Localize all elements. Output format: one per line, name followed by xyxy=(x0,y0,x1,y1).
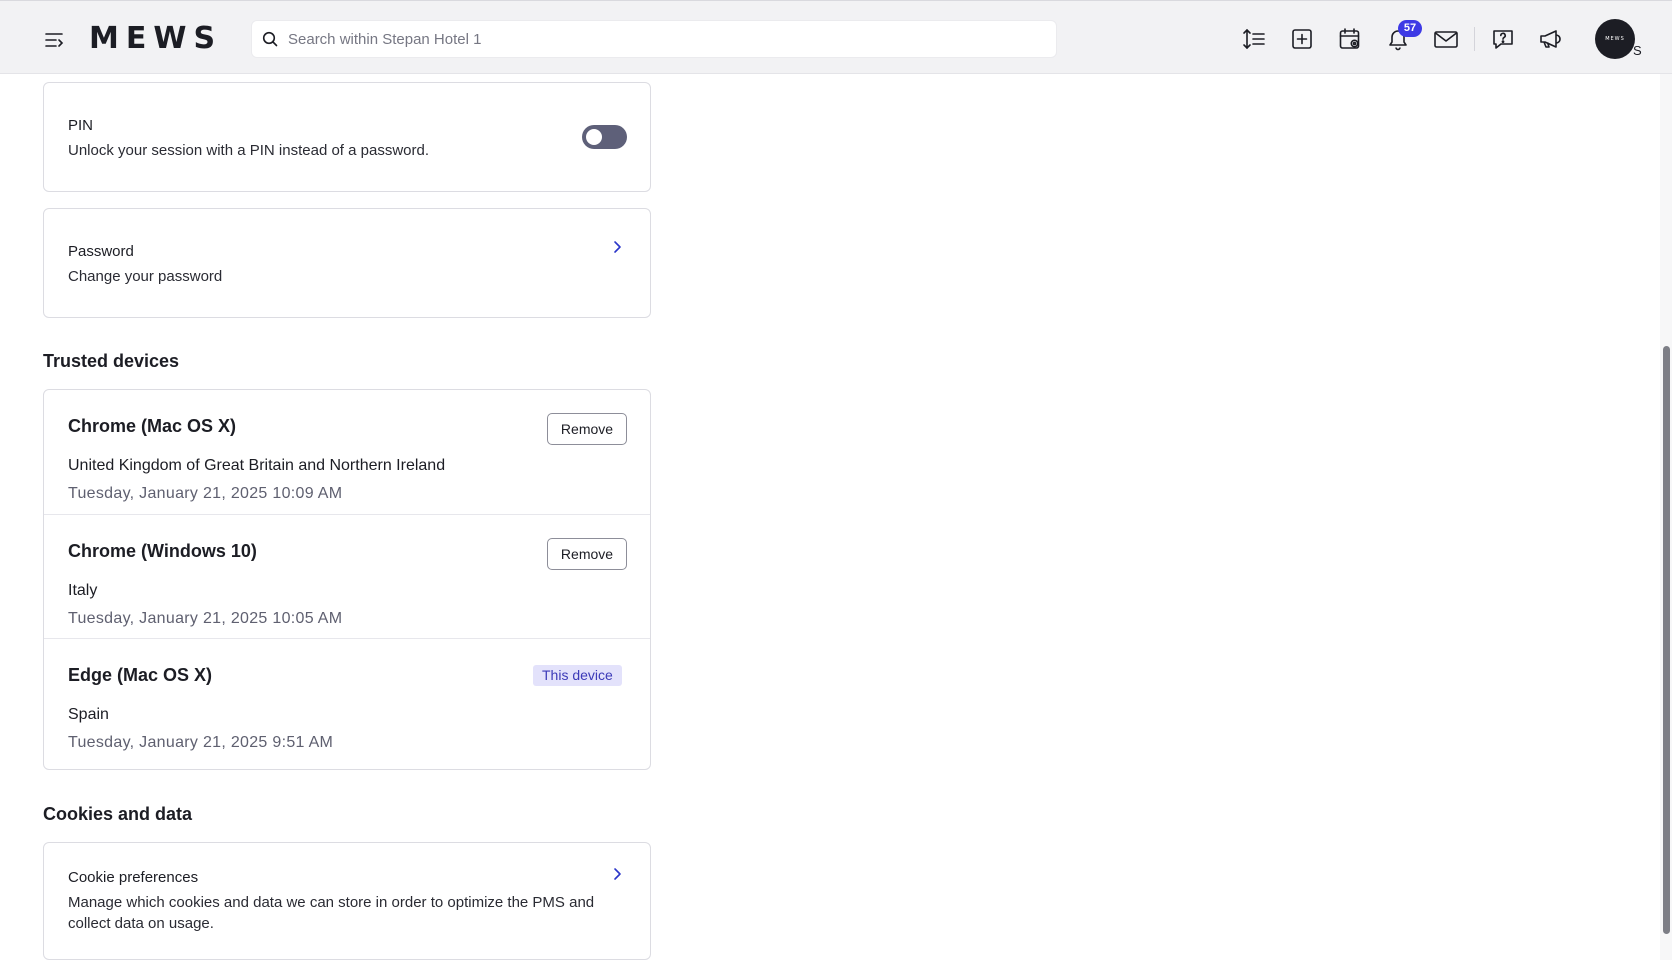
calendar-view-icon xyxy=(1339,28,1360,49)
remove-device-button[interactable]: Remove xyxy=(547,538,627,570)
trusted-devices-list: Chrome (Mac OS X) Remove United Kingdom … xyxy=(43,389,651,770)
pin-toggle[interactable] xyxy=(582,125,627,149)
megaphone-icon xyxy=(1540,30,1561,48)
device-location: Italy xyxy=(68,582,98,599)
notification-count-badge: 57 xyxy=(1398,20,1422,37)
toolbar-divider xyxy=(1474,27,1475,51)
device-last-used: Tuesday, January 21, 2025 10:09 AM xyxy=(68,485,343,502)
device-name: Chrome (Mac OS X) xyxy=(68,416,237,436)
app-logo[interactable]: MEWS xyxy=(89,22,222,56)
toggle-knob xyxy=(586,129,602,145)
device-row: Edge (Mac OS X) This device Spain Tuesda… xyxy=(44,638,650,762)
pin-title: PIN xyxy=(68,117,94,134)
cookie-preferences-card[interactable]: Cookie preferences Manage which cookies … xyxy=(43,842,651,960)
plus-square-icon xyxy=(1292,29,1312,49)
chevron-right-icon[interactable] xyxy=(612,240,622,254)
help-chat-icon xyxy=(1493,30,1513,49)
chevron-right-icon[interactable] xyxy=(612,867,622,881)
line-spacing-icon xyxy=(1243,28,1265,50)
password-title: Password xyxy=(68,243,134,260)
cookies-heading: Cookies and data xyxy=(43,804,193,824)
password-card[interactable]: Password Change your password xyxy=(43,208,651,318)
user-avatar[interactable]: MEWS xyxy=(1595,19,1635,59)
timeline-button[interactable] xyxy=(1334,23,1366,55)
messages-button[interactable] xyxy=(1430,23,1462,55)
mail-icon xyxy=(1434,31,1458,48)
cookie-preferences-description: Manage which cookies and data we can sto… xyxy=(68,894,595,932)
device-name: Chrome (Windows 10) xyxy=(68,541,257,561)
search-box[interactable] xyxy=(251,20,1057,58)
help-button[interactable] xyxy=(1487,23,1519,55)
password-description: Change your password xyxy=(68,268,223,285)
device-last-used: Tuesday, January 21, 2025 9:51 AM xyxy=(68,734,334,751)
main-content: PIN Unlock your session with a PIN inste… xyxy=(0,74,1660,960)
menu-toggle-button[interactable] xyxy=(40,25,70,55)
search-icon xyxy=(262,31,278,47)
cookie-preferences-title: Cookie preferences xyxy=(68,869,199,886)
top-bar: MEWS Search within Stepan Hotel 1 57 MEW… xyxy=(0,0,1672,74)
add-button[interactable] xyxy=(1286,23,1318,55)
scrollbar-thumb[interactable] xyxy=(1663,346,1670,934)
announcements-button[interactable] xyxy=(1535,23,1567,55)
search-input[interactable] xyxy=(288,30,1028,48)
pin-description: Unlock your session with a PIN instead o… xyxy=(68,142,430,159)
device-location: United Kingdom of Great Britain and Nort… xyxy=(68,457,446,474)
pin-card: PIN Unlock your session with a PIN inste… xyxy=(43,82,651,192)
avatar-initial: S xyxy=(1633,43,1642,58)
trusted-devices-heading: Trusted devices xyxy=(43,351,180,371)
device-row: Chrome (Windows 10) Remove Italy Tuesday… xyxy=(44,514,650,638)
this-device-badge: This device xyxy=(533,665,622,686)
avatar-logo-text: MEWS xyxy=(1605,36,1625,42)
device-row: Chrome (Mac OS X) Remove United Kingdom … xyxy=(44,390,650,514)
remove-device-button[interactable]: Remove xyxy=(547,413,627,445)
device-last-used: Tuesday, January 21, 2025 10:05 AM xyxy=(68,610,343,627)
menu-collapse-icon xyxy=(45,33,64,47)
device-name: Edge (Mac OS X) xyxy=(68,665,213,685)
device-location: Spain xyxy=(68,706,109,723)
reorder-button[interactable] xyxy=(1238,23,1270,55)
